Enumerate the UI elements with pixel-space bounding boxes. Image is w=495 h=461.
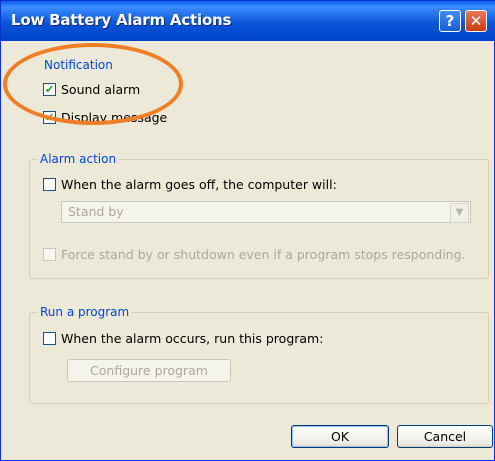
alarm-action-option[interactable]: When the alarm goes off, the computer wi… bbox=[43, 177, 337, 192]
close-button[interactable]: ✕ bbox=[465, 10, 487, 32]
alarm-action-select-value: Stand by bbox=[68, 204, 124, 219]
window-title: Low Battery Alarm Actions bbox=[11, 11, 232, 29]
alarm-action-legend: Alarm action bbox=[38, 152, 119, 166]
low-battery-alarm-dialog: Low Battery Alarm Actions ? ✕ Notificati… bbox=[0, 0, 495, 461]
force-standby-option[interactable]: Force stand by or shutdown even if a pro… bbox=[43, 247, 466, 262]
run-program-legend: Run a program bbox=[38, 305, 132, 319]
run-program-group: Run a program bbox=[29, 305, 489, 404]
display-message-label: Display message bbox=[61, 110, 168, 125]
close-icon: ✕ bbox=[469, 12, 483, 30]
display-message-checkbox[interactable]: ✔ bbox=[43, 111, 56, 124]
alarm-action-label: When the alarm goes off, the computer wi… bbox=[61, 177, 337, 192]
force-standby-label: Force stand by or shutdown even if a pro… bbox=[61, 247, 466, 262]
display-message-option[interactable]: ✔ Display message bbox=[43, 110, 167, 125]
run-program-option[interactable]: When the alarm occurs, run this program: bbox=[43, 331, 323, 346]
help-icon: ? bbox=[445, 12, 455, 30]
configure-program-button[interactable]: Configure program bbox=[67, 359, 231, 382]
sound-alarm-option[interactable]: ✔ Sound alarm bbox=[43, 82, 140, 97]
chevron-down-icon[interactable]: ▼ bbox=[450, 203, 469, 223]
run-program-checkbox[interactable] bbox=[43, 332, 56, 345]
sound-alarm-checkbox[interactable]: ✔ bbox=[43, 83, 56, 96]
help-button[interactable]: ? bbox=[439, 10, 461, 32]
force-standby-checkbox[interactable] bbox=[43, 248, 56, 261]
run-program-label: When the alarm occurs, run this program: bbox=[61, 331, 324, 346]
title-bar[interactable]: Low Battery Alarm Actions ? ✕ bbox=[1, 1, 495, 41]
alarm-action-checkbox[interactable] bbox=[43, 178, 56, 191]
cancel-button[interactable]: Cancel bbox=[397, 425, 493, 448]
ok-button[interactable]: OK bbox=[291, 425, 389, 448]
notification-group: Notification bbox=[31, 58, 493, 143]
sound-alarm-label: Sound alarm bbox=[61, 82, 141, 97]
alarm-action-select[interactable]: Stand by ▼ bbox=[61, 201, 471, 223]
notification-legend: Notification bbox=[42, 58, 115, 72]
